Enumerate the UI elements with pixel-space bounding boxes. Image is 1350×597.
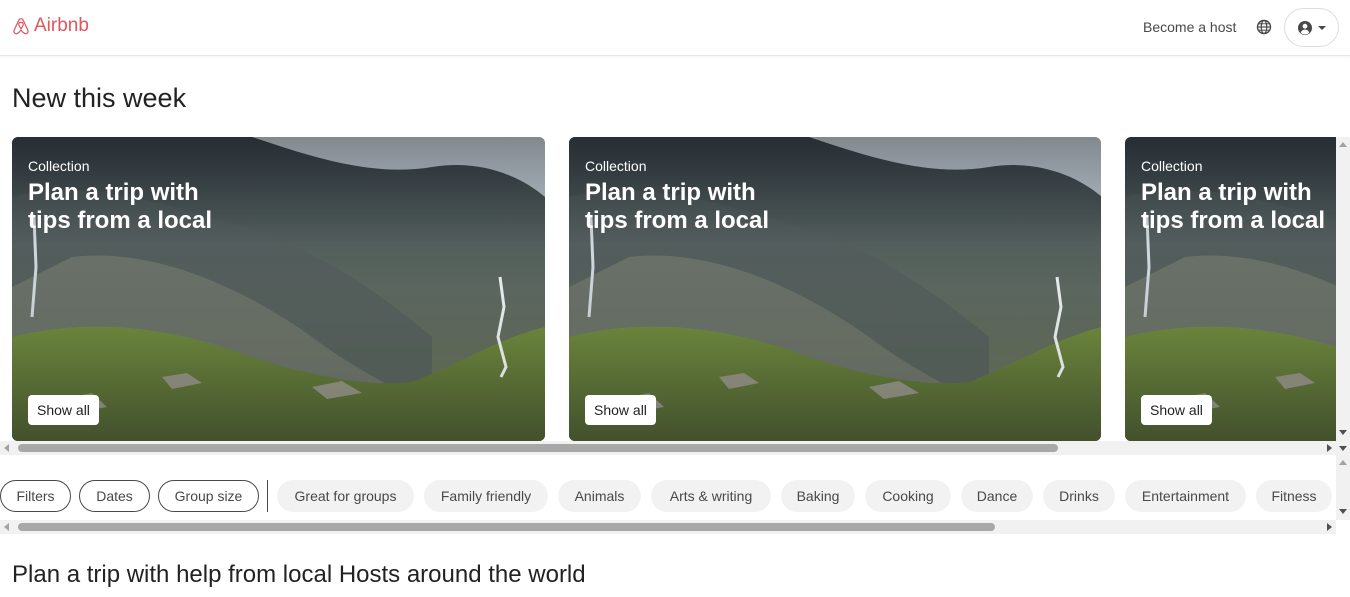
collection-card[interactable]: Collection Plan a trip with tips from a … <box>12 137 545 441</box>
globe-icon[interactable] <box>1256 19 1272 35</box>
collection-card[interactable]: Collection Plan a trip with tips from a … <box>1125 137 1336 441</box>
card-eyebrow: Collection <box>585 158 647 174</box>
dates-button[interactable]: Dates <box>79 480 150 512</box>
scroll-down-icon[interactable] <box>1339 446 1347 451</box>
scroll-left-icon[interactable] <box>4 444 9 452</box>
scroll-down-icon[interactable] <box>1339 509 1347 514</box>
airbnb-logo-icon <box>13 18 29 35</box>
card-title: Plan a trip with tips from a local <box>28 179 213 234</box>
airbnb-logo[interactable]: Airbnb <box>12 14 89 38</box>
scroll-right-icon[interactable] <box>1327 523 1332 531</box>
show-all-button[interactable]: Show all <box>28 395 99 425</box>
category-chip[interactable]: Arts & writing <box>651 480 771 512</box>
scroll-left-icon[interactable] <box>4 523 9 531</box>
carousel-vertical-scrollbar[interactable] <box>1336 137 1350 441</box>
category-chip[interactable]: Dance <box>961 480 1033 512</box>
user-circle-icon <box>1298 20 1312 35</box>
section-title: New this week <box>12 83 187 113</box>
category-chip[interactable]: Baking <box>781 480 855 512</box>
filter-horizontal-scrollbar[interactable] <box>0 520 1336 534</box>
filter-bar: Filters Dates Group size Great for group… <box>0 480 1336 512</box>
chevron-down-icon <box>1318 25 1326 30</box>
collection-card[interactable]: Collection Plan a trip with tips from a … <box>569 137 1101 441</box>
filters-button[interactable]: Filters <box>0 480 71 512</box>
filter-divider <box>267 480 268 512</box>
category-chip[interactable]: Family friendly <box>424 480 548 512</box>
top-nav: Airbnb Become a host <box>0 0 1350 56</box>
category-chip[interactable]: Fitness <box>1256 480 1332 512</box>
category-chip[interactable]: Animals <box>558 480 641 512</box>
carousel-horizontal-scrollbar[interactable] <box>0 441 1336 455</box>
scroll-up-icon[interactable] <box>1339 460 1347 465</box>
card-title: Plan a trip with tips from a local <box>585 179 770 234</box>
show-all-button[interactable]: Show all <box>1141 395 1212 425</box>
filter-vertical-scrollbar[interactable] <box>1336 456 1350 520</box>
category-chip[interactable]: Cooking <box>865 480 951 512</box>
scroll-up-icon[interactable] <box>1339 142 1347 147</box>
card-eyebrow: Collection <box>1141 158 1203 174</box>
scroll-down-icon[interactable] <box>1339 430 1347 435</box>
brand-name: Airbnb <box>34 15 89 36</box>
category-chip[interactable]: Great for groups <box>277 480 414 512</box>
section-heading: Plan a trip with help from local Hosts a… <box>12 561 586 588</box>
category-chip[interactable]: Entertainment <box>1125 480 1246 512</box>
become-host-link[interactable]: Become a host <box>1143 18 1236 36</box>
show-all-button[interactable]: Show all <box>585 395 656 425</box>
profile-menu-button[interactable] <box>1284 8 1339 47</box>
carousel-scroll-corner <box>1336 441 1350 457</box>
collections-carousel: Collection Plan a trip with tips from a … <box>0 137 1350 457</box>
filter-scroll-thumb[interactable] <box>18 523 995 531</box>
card-title: Plan a trip with tips from a local <box>1141 179 1326 234</box>
scroll-right-icon[interactable] <box>1327 444 1332 452</box>
category-chip[interactable]: Drinks <box>1043 480 1115 512</box>
group-size-button[interactable]: Group size <box>158 480 259 512</box>
carousel-scroll-thumb[interactable] <box>18 444 1058 452</box>
card-eyebrow: Collection <box>28 158 90 174</box>
